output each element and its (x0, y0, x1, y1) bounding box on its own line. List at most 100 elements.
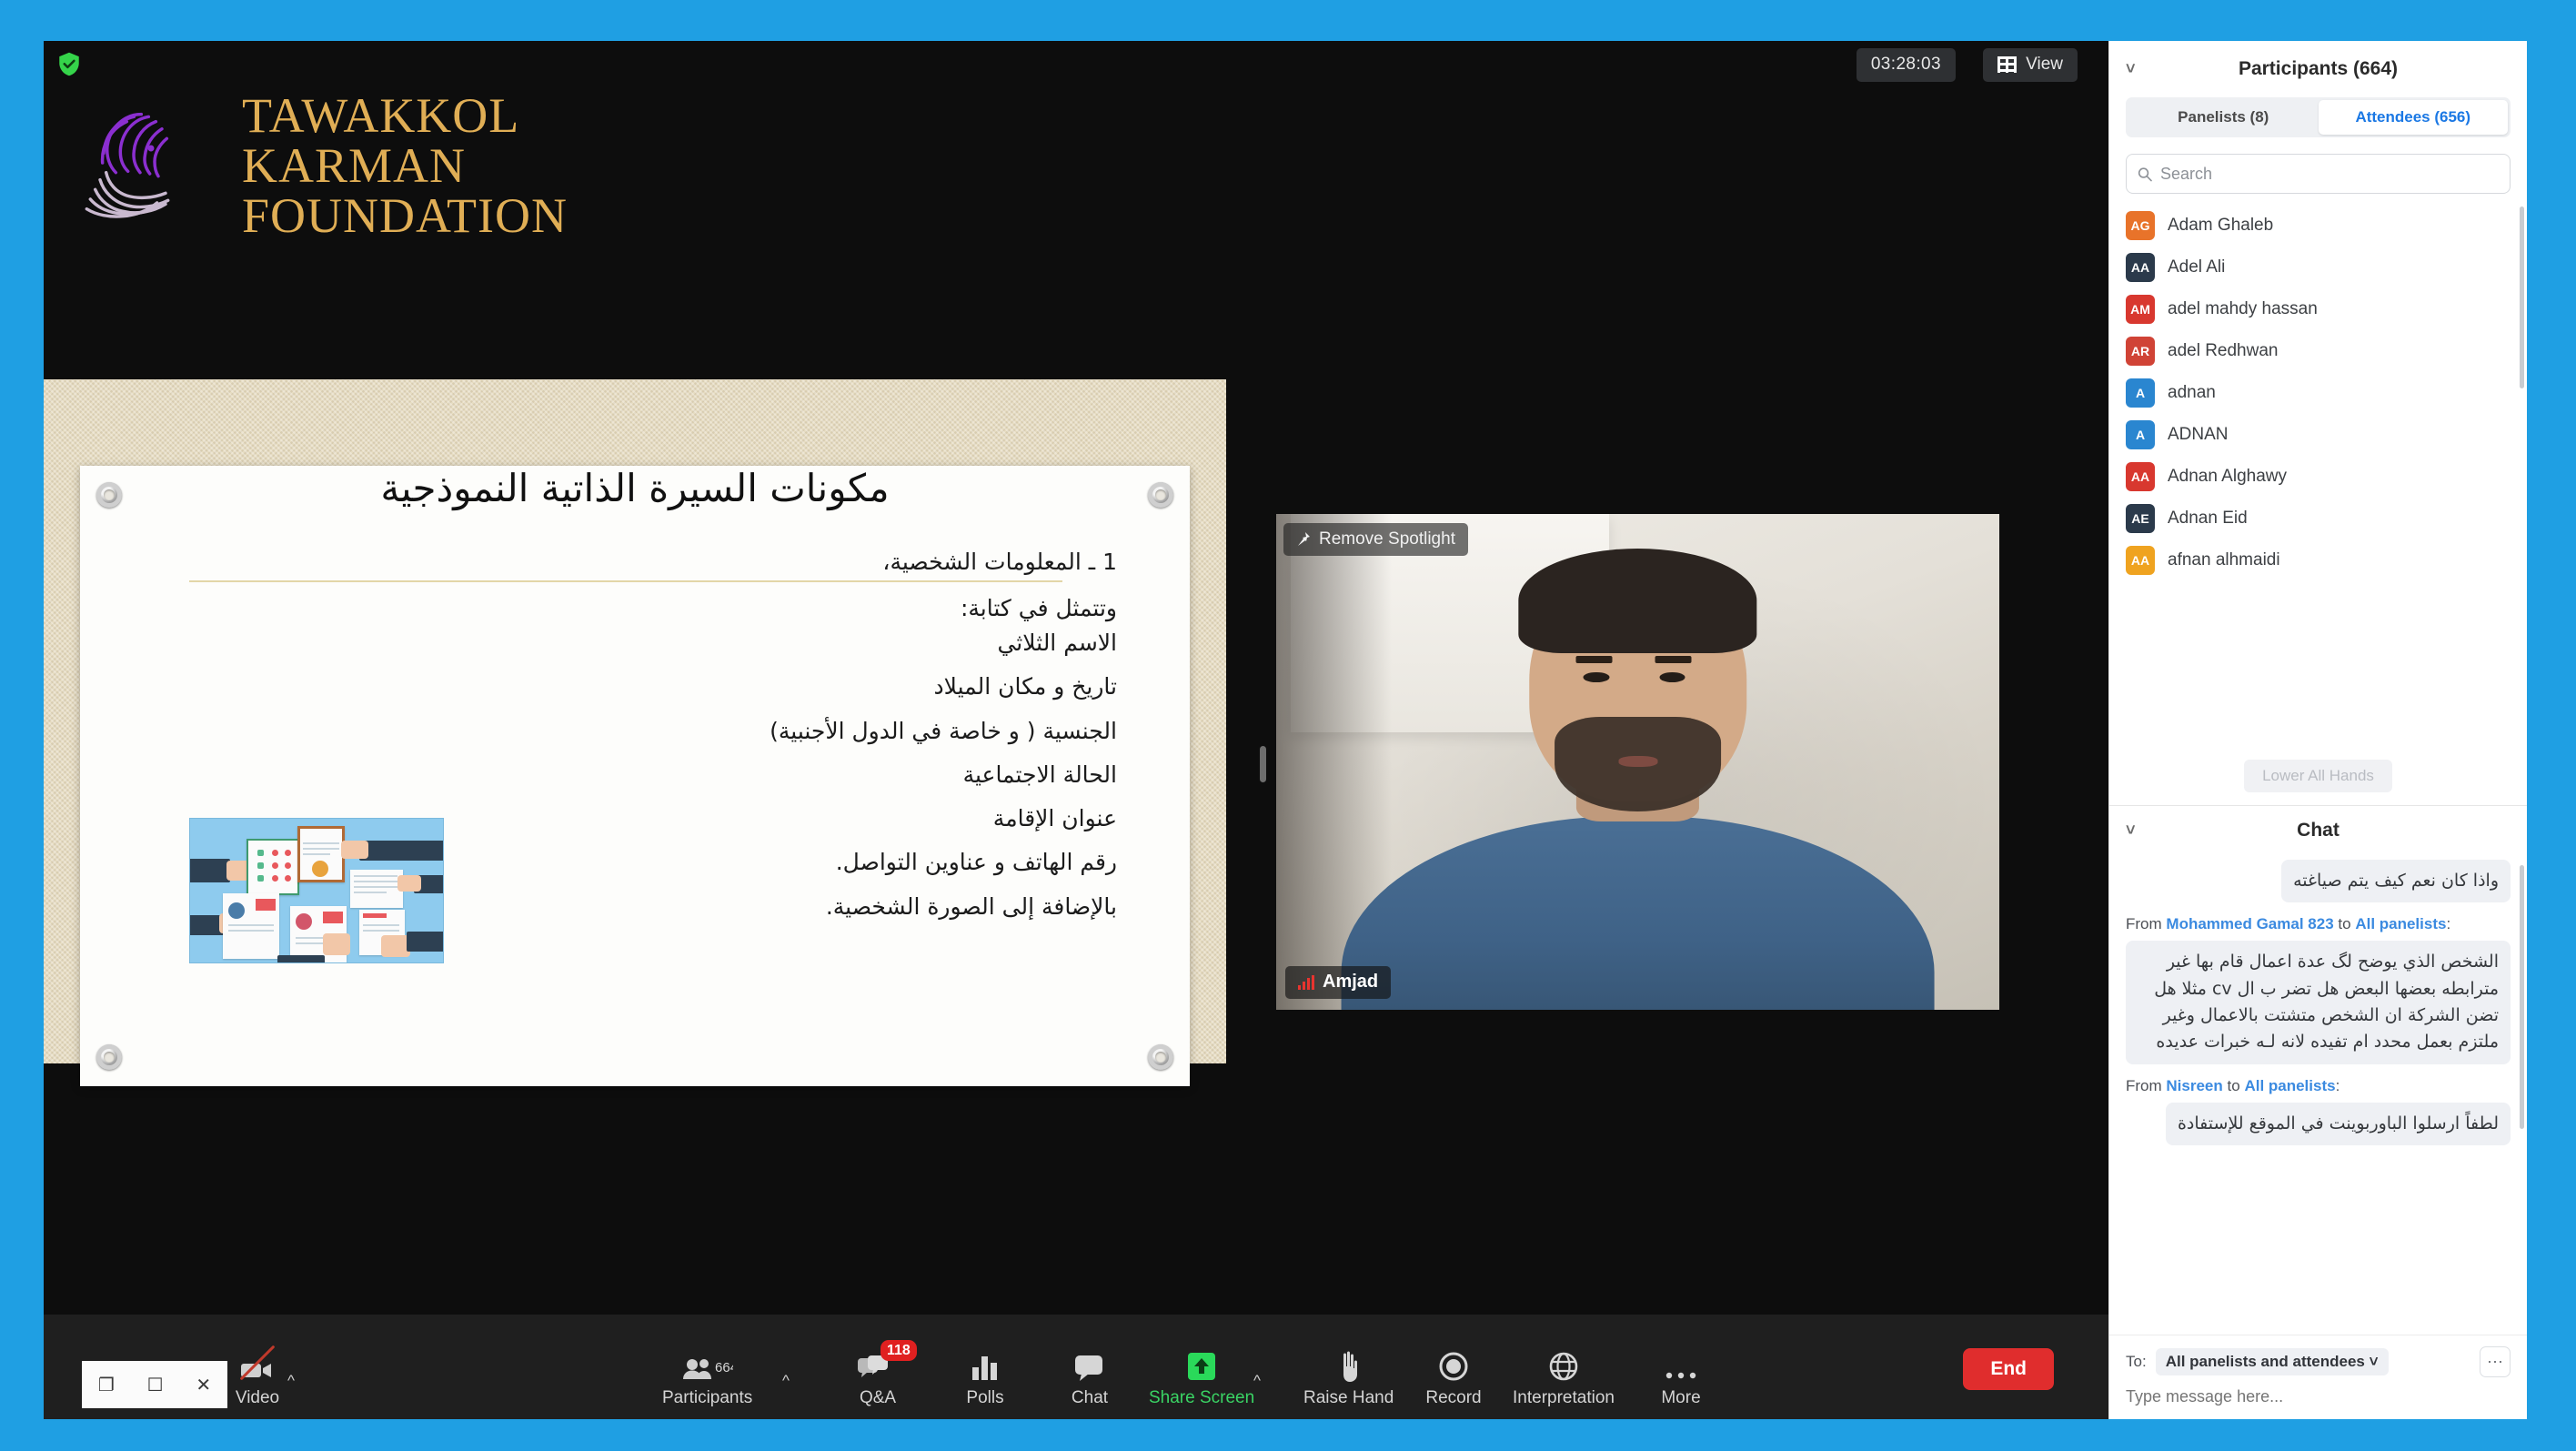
speaker-name: Amjad (1323, 972, 1379, 992)
share-options-caret[interactable]: ^ (1253, 1372, 1261, 1390)
interpretation-button[interactable]: Interpretation (1513, 1344, 1615, 1408)
lower-all-hands-button[interactable]: Lower All Hands (2244, 759, 2392, 792)
list-item[interactable]: AG Adam Ghaleb (2109, 205, 2527, 247)
chevron-down-icon: ˅ (2369, 1353, 2379, 1370)
participant-name: Adam Ghaleb (2168, 216, 2274, 235)
record-icon (1438, 1344, 1469, 1382)
chat-message: الشخص الذي يوضح لگ عدة اعمال قام بها غير… (2126, 941, 2511, 1077)
qa-button[interactable]: 118 Q&A (837, 1340, 919, 1408)
chat-recipient: All panelists (2244, 1076, 2336, 1094)
restore-icon[interactable]: ❐ (98, 1374, 115, 1396)
chat-recipient-row: To: All panelists and attendees ˅ ⋯ (2126, 1346, 2511, 1377)
close-icon[interactable]: ✕ (196, 1374, 211, 1396)
interpretation-label: Interpretation (1513, 1388, 1615, 1407)
avatar: AG (2126, 211, 2155, 240)
chat-sender[interactable]: Mohammed Gamal 823 (2166, 915, 2333, 932)
tab-attendees[interactable]: Attendees (656) (2318, 100, 2508, 135)
polls-button[interactable]: Polls (944, 1344, 1026, 1408)
foundation-name: TAWAKKOL KARMAN FOUNDATION (242, 88, 568, 241)
cv-illustration-image (189, 818, 444, 963)
shared-screen-slide: مكونات السيرة الذاتية النموذجية 1 ـ المع… (44, 379, 1226, 1086)
grommet-icon (96, 1044, 122, 1070)
slide-list-item: الاسم الثلاثي (997, 630, 1117, 656)
meeting-toolbar: ^ Video ^ (44, 1315, 2108, 1419)
list-item[interactable]: AA Adnan Alghawy (2109, 456, 2527, 498)
video-button[interactable]: Video (216, 1344, 298, 1408)
chat-scrollbar[interactable] (2520, 864, 2524, 1129)
recipient-dropdown[interactable]: All panelists and attendees ˅ (2155, 1348, 2389, 1375)
chat-bubble: واذا كان نعم كيف يتم صياغته (2281, 859, 2511, 903)
list-item[interactable]: AR adel Redhwan (2109, 330, 2527, 372)
participant-name: Adel Ali (2168, 257, 2226, 277)
participant-name: ADNAN (2168, 425, 2229, 444)
participant-name: adnan (2168, 383, 2216, 402)
message-input[interactable] (2126, 1387, 2511, 1406)
chat-sender[interactable]: Nisreen (2166, 1077, 2222, 1094)
share-screen-button[interactable]: Share Screen (1149, 1344, 1254, 1408)
list-item[interactable]: AE Adnan Eid (2109, 498, 2527, 539)
participants-list[interactable]: AG Adam Ghaleb AA Adel Ali AM adel mahdy… (2109, 194, 2527, 751)
search-input[interactable] (2159, 164, 2499, 184)
raise-hand-icon (1335, 1344, 1363, 1382)
spotlight-video-tile[interactable]: Remove Spotlight Amjad (1276, 514, 1999, 1010)
more-label: More (1661, 1388, 1701, 1407)
more-button[interactable]: More (1640, 1344, 1722, 1408)
from-prefix: From (2126, 915, 2162, 933)
participants-caret[interactable]: ^ (782, 1372, 790, 1390)
participants-button[interactable]: 664 Participants (662, 1344, 752, 1408)
chat-recipient: All panelists (2355, 915, 2447, 933)
avatar: A (2126, 378, 2155, 408)
avatar: AA (2126, 546, 2155, 575)
shield-check-icon[interactable] (56, 50, 82, 77)
participants-label: Participants (662, 1388, 753, 1407)
tab-panelists[interactable]: Panelists (8) (2128, 100, 2319, 135)
grommet-icon (1148, 482, 1173, 508)
slide-list-item: الجنسية ( و خاصة في الدول الأجنبية) (770, 717, 1117, 744)
collapse-chat-chevron-icon[interactable]: ˅ (2126, 821, 2136, 841)
raise-hand-button[interactable]: Raise Hand (1303, 1344, 1394, 1408)
chat-from-line: From Nisreen to All panelists: (2126, 1076, 2340, 1094)
slide-divider (189, 580, 1062, 582)
list-item[interactable]: AA afnan alhmaidi (2109, 539, 2527, 581)
view-label: View (2026, 55, 2063, 74)
participants-scrollbar[interactable] (2520, 207, 2524, 388)
slide-intro: وتتمثل في كتابة: (960, 595, 1117, 621)
to-label: To: (2126, 1353, 2147, 1370)
avatar: A (2126, 420, 2155, 449)
maximize-icon[interactable]: ☐ (147, 1374, 164, 1396)
pin-icon (1298, 532, 1310, 546)
chat-button[interactable]: Chat (1049, 1344, 1131, 1408)
avatar: AA (2126, 462, 2155, 491)
brand-line-1: TAWAKKOL (242, 88, 520, 143)
chat-messages[interactable]: واذا كان نعم كيف يتم صياغته From Mohamme… (2109, 856, 2527, 1335)
grommet-icon (1148, 1044, 1173, 1070)
slide-lead: 1 ـ المعلومات الشخصية، (882, 549, 1117, 575)
tile-resize-handle[interactable] (1260, 746, 1266, 782)
lion-logo-icon (85, 112, 170, 218)
list-item[interactable]: AM adel mahdy hassan (2109, 288, 2527, 330)
end-button[interactable]: End (1963, 1348, 2054, 1390)
participants-panel-header: ˅ Participants (664) (2109, 41, 2527, 97)
chat-title: Chat (2297, 820, 2340, 841)
collapse-participants-chevron-icon[interactable]: ˅ (2126, 60, 2136, 79)
remove-spotlight-button[interactable]: Remove Spotlight (1283, 523, 1468, 556)
list-item[interactable]: A ADNAN (2109, 414, 2527, 456)
grid-view-icon (1997, 56, 2018, 73)
view-button[interactable]: View (1983, 48, 2078, 82)
participant-name: Adnan Eid (2168, 509, 2248, 528)
meeting-timer: 03:28:03 (1856, 48, 1956, 82)
list-item[interactable]: AA Adel Ali (2109, 247, 2527, 288)
chat-from-line: From Mohammed Gamal 823 to All panelists… (2126, 915, 2451, 933)
avatar: AA (2126, 253, 2155, 282)
list-item[interactable]: A adnan (2109, 372, 2527, 414)
participants-search[interactable] (2126, 154, 2511, 194)
more-options-icon[interactable]: ⋯ (2480, 1346, 2511, 1377)
svg-text:664: 664 (715, 1360, 733, 1375)
lower-all-hands-wrap: Lower All Hands (2109, 751, 2527, 805)
qa-badge: 118 (880, 1340, 917, 1362)
slide-list-item: تاريخ و مكان الميلاد (933, 673, 1117, 700)
polls-label: Polls (966, 1388, 1004, 1407)
zoom-main-window: 03:28:03 View TAWAKKOL KARMAN FOUNDATION… (44, 41, 2527, 1419)
video-options-caret[interactable]: ^ (287, 1372, 295, 1390)
record-button[interactable]: Record (1413, 1344, 1494, 1408)
